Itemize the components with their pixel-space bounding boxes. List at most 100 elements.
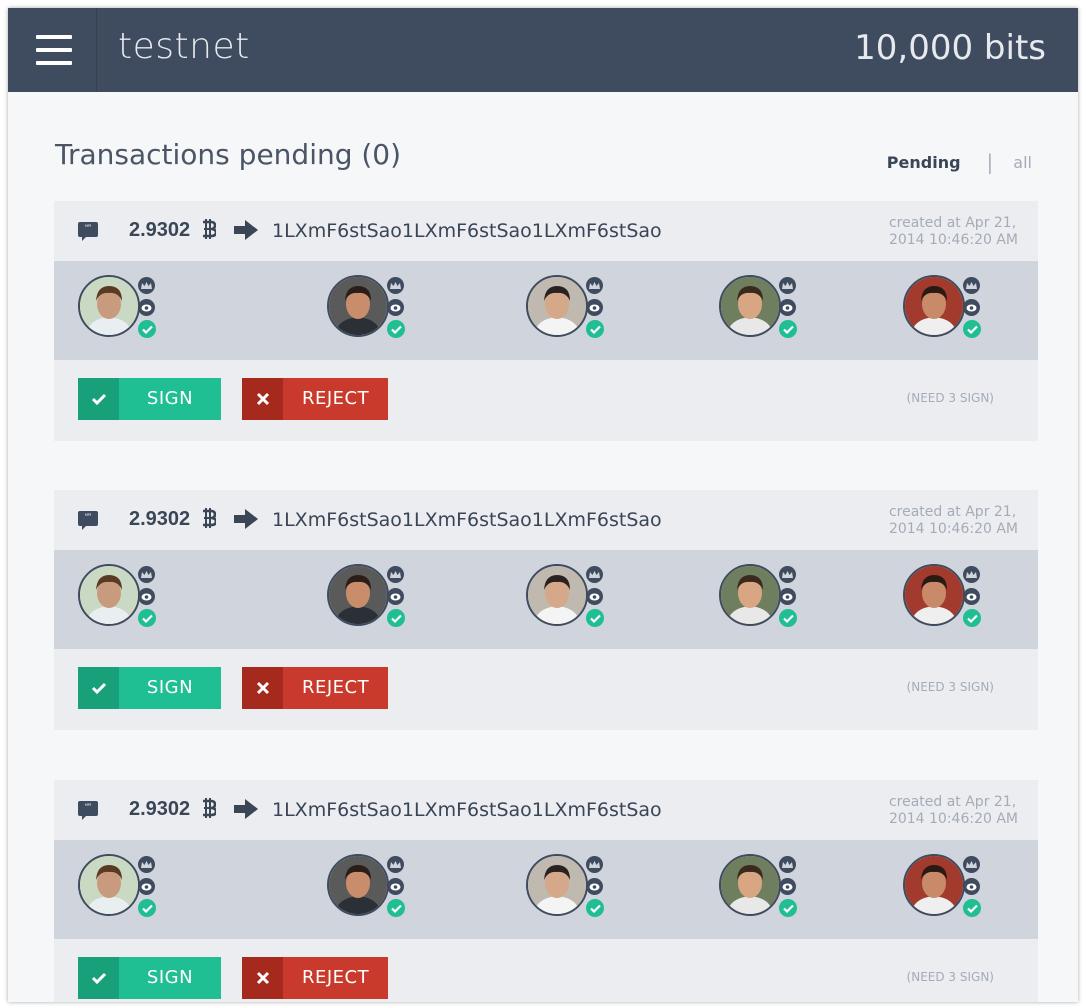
check-icon xyxy=(138,899,156,917)
eye-icon xyxy=(138,299,155,316)
cosigners-row xyxy=(54,840,1038,939)
transaction-actions: SIGN REJECT (NEED 3 SIGN) xyxy=(54,939,1038,1002)
eye-icon xyxy=(138,588,155,605)
filter-pending-link[interactable]: Pending xyxy=(887,153,961,172)
created-date: created at Apr 21, xyxy=(888,504,1017,520)
eye-icon xyxy=(586,878,603,895)
created-time: 2014 10:46:20 AM xyxy=(888,521,1018,537)
comment-icon[interactable]: “” xyxy=(78,222,98,241)
check-icon xyxy=(963,609,981,627)
arrow-right-icon xyxy=(234,799,258,819)
destination-address[interactable]: 1LXmF6stSao1LXmF6stSao1LXmF6stSao xyxy=(272,509,662,531)
amount-value: 2.9302 xyxy=(129,798,191,820)
check-icon xyxy=(78,667,119,709)
transaction-actions: SIGN REJECT (NEED 3 SIGN) xyxy=(54,649,1038,730)
check-icon xyxy=(963,899,981,917)
avatar[interactable] xyxy=(327,854,389,916)
hamburger-menu-button[interactable] xyxy=(8,8,97,92)
check-icon xyxy=(387,899,405,917)
transaction-amount: 2.9302 xyxy=(129,798,218,821)
crown-icon xyxy=(138,277,155,294)
check-icon xyxy=(586,899,604,917)
avatar[interactable] xyxy=(903,275,965,337)
comment-icon[interactable]: “” xyxy=(78,511,98,530)
filter-all-link[interactable]: all xyxy=(1013,153,1032,172)
avatar[interactable] xyxy=(903,854,965,916)
network-name: testnet xyxy=(118,26,250,67)
crown-icon xyxy=(779,566,796,583)
transaction-card: “” 2.9302 1LXmF6stSao1LXmF6stSao1LXmF6st… xyxy=(54,490,1038,730)
sign-button[interactable]: SIGN xyxy=(78,667,221,709)
eye-icon xyxy=(963,588,980,605)
avatar[interactable] xyxy=(78,854,140,916)
avatar[interactable] xyxy=(719,564,781,626)
eye-icon xyxy=(779,299,796,316)
cosigner xyxy=(903,275,1003,345)
check-icon xyxy=(586,320,604,338)
eye-icon xyxy=(779,588,796,605)
crown-icon xyxy=(387,277,404,294)
app-window: testnet 10,000 bits Transactions pending… xyxy=(8,8,1078,1002)
avatar[interactable] xyxy=(327,275,389,337)
reject-button[interactable]: REJECT xyxy=(242,667,388,709)
transaction-header: “” 2.9302 1LXmF6stSao1LXmF6stSao1LXmF6st… xyxy=(54,201,1038,261)
destination-address[interactable]: 1LXmF6stSao1LXmF6stSao1LXmF6stSao xyxy=(272,220,662,242)
comment-icon[interactable]: “” xyxy=(78,801,98,820)
transaction-amount: 2.9302 xyxy=(129,508,218,531)
cosigner xyxy=(526,854,626,924)
sign-button[interactable]: SIGN xyxy=(78,957,221,999)
check-icon xyxy=(963,320,981,338)
transaction-card: “” 2.9302 1LXmF6stSao1LXmF6stSao1LXmF6st… xyxy=(54,780,1038,1002)
cosigner xyxy=(903,564,1003,634)
sign-button[interactable]: SIGN xyxy=(78,378,221,420)
cosigner xyxy=(719,564,819,634)
reject-button-label: REJECT xyxy=(301,677,370,698)
avatar[interactable] xyxy=(78,564,140,626)
avatar[interactable] xyxy=(719,275,781,337)
cosigner xyxy=(526,564,626,634)
reject-button[interactable]: REJECT xyxy=(242,957,388,999)
cosigners-row xyxy=(54,261,1038,360)
avatar[interactable] xyxy=(526,854,588,916)
signatures-needed: (NEED 3 SIGN) xyxy=(906,391,994,405)
crown-icon xyxy=(779,856,796,873)
created-timestamp: created at Apr 21, 2014 10:46:20 AM xyxy=(889,794,1018,828)
menu-icon-bar xyxy=(36,48,72,52)
amount-value: 2.9302 xyxy=(129,508,191,530)
cosigner xyxy=(327,275,427,345)
destination-address[interactable]: 1LXmF6stSao1LXmF6stSao1LXmF6stSao xyxy=(272,799,662,821)
avatar[interactable] xyxy=(526,275,588,337)
eye-icon xyxy=(586,299,603,316)
arrow-right-icon xyxy=(234,509,258,529)
transaction-card: “” 2.9302 1LXmF6stSao1LXmF6stSao1LXmF6st… xyxy=(54,201,1038,441)
reject-button-label: REJECT xyxy=(301,388,370,409)
crown-icon xyxy=(963,566,980,583)
check-icon xyxy=(138,320,156,338)
crown-icon xyxy=(963,277,980,294)
avatar[interactable] xyxy=(526,564,588,626)
transaction-header: “” 2.9302 1LXmF6stSao1LXmF6stSao1LXmF6st… xyxy=(54,490,1038,550)
transaction-amount: 2.9302 xyxy=(129,219,218,242)
transaction-actions: SIGN REJECT (NEED 3 SIGN) xyxy=(54,360,1038,441)
avatar[interactable] xyxy=(78,275,140,337)
avatar[interactable] xyxy=(903,564,965,626)
close-icon xyxy=(242,378,283,420)
cosigner xyxy=(719,275,819,345)
transaction-header: “” 2.9302 1LXmF6stSao1LXmF6stSao1LXmF6st… xyxy=(54,780,1038,840)
cosigner xyxy=(327,564,427,634)
menu-icon-bar xyxy=(36,35,72,39)
created-timestamp: created at Apr 21, 2014 10:46:20 AM xyxy=(889,215,1018,249)
reject-button[interactable]: REJECT xyxy=(242,378,388,420)
crown-icon xyxy=(963,856,980,873)
crown-icon xyxy=(586,277,603,294)
close-icon xyxy=(242,957,283,999)
page-title: Transactions pending (0) xyxy=(55,138,402,171)
check-icon xyxy=(586,609,604,627)
check-icon xyxy=(779,320,797,338)
top-bar: testnet 10,000 bits xyxy=(8,8,1078,92)
arrow-right-icon xyxy=(234,220,258,240)
avatar[interactable] xyxy=(719,854,781,916)
created-date: created at Apr 21, xyxy=(888,215,1017,231)
avatar[interactable] xyxy=(327,564,389,626)
check-icon xyxy=(387,609,405,627)
